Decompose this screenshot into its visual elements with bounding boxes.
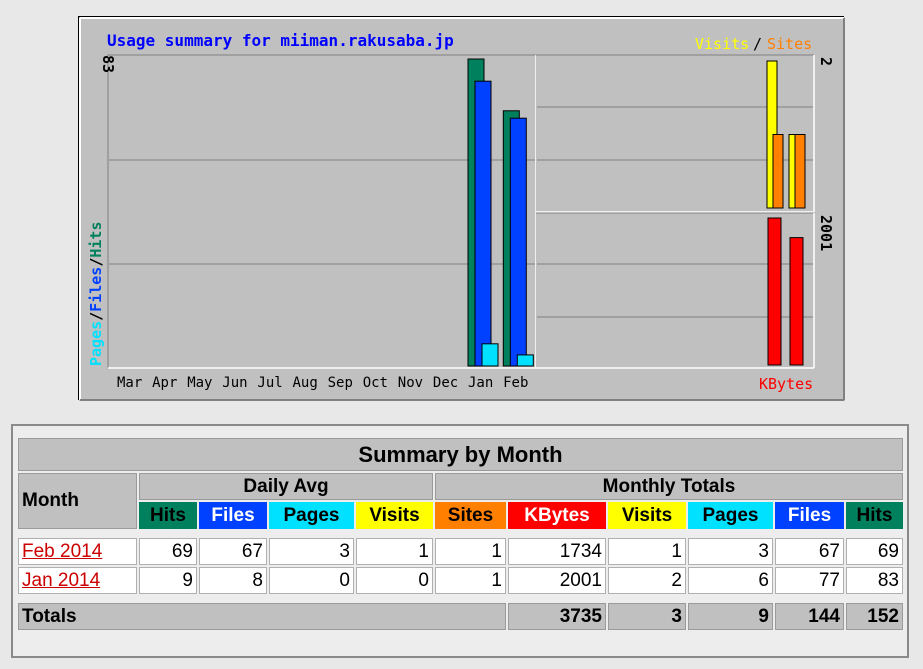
- total-hits: 152: [846, 603, 903, 630]
- cell-visits: 2: [608, 567, 686, 594]
- col-daily-hits: Hits: [139, 502, 197, 529]
- monthly-totals-header: Monthly Totals: [435, 473, 903, 500]
- right-bottom-plot: [536, 212, 815, 369]
- bar-files-feb: [509, 117, 527, 367]
- cell-daily-files: 67: [199, 538, 267, 565]
- cell-daily-pages: 0: [269, 567, 354, 594]
- total-pages: 9: [688, 603, 773, 630]
- cell-kbytes: 1734: [508, 538, 606, 565]
- month-label-sep: Sep: [328, 375, 353, 391]
- left-plot: [107, 54, 537, 369]
- col-daily-visits: Visits: [356, 502, 433, 529]
- totals-row: Totals 3735 3 9 144 152: [18, 603, 903, 630]
- month-label-jul: Jul: [257, 375, 282, 391]
- right-top-axis-max: 2: [817, 57, 835, 66]
- month-label-apr: Apr: [152, 375, 177, 391]
- right-bottom-axis-max: 2001: [817, 215, 835, 251]
- month-link-feb-2014[interactable]: Feb 2014: [22, 541, 102, 562]
- month-label-nov: Nov: [398, 375, 423, 391]
- cell-hits: 69: [846, 538, 903, 565]
- bar-sites-feb: [794, 134, 806, 209]
- cell-sites: 1: [435, 538, 506, 565]
- col-total-files: Files: [775, 502, 844, 529]
- axis-pages: Pages: [87, 321, 105, 366]
- cell-hits: 83: [846, 567, 903, 594]
- bar-kbytes-jan: [767, 217, 782, 366]
- usage-graph: Usage summary for miiman.rakusaba.jp Vis…: [78, 16, 845, 401]
- table-row: Feb 2014 69 67 3 1 1 1734 1 3 67 69: [18, 538, 903, 565]
- month-label-aug: Aug: [293, 375, 318, 391]
- cell-daily-pages: 3: [269, 538, 354, 565]
- table-row: Jan 2014 9 8 0 0 1 2001 2 6 77 83: [18, 567, 903, 594]
- axis-hits: Hits: [87, 222, 105, 258]
- cell-files: 77: [775, 567, 844, 594]
- month-label-mar: Mar: [117, 375, 142, 391]
- col-total-visits: Visits: [608, 502, 686, 529]
- cell-pages: 6: [688, 567, 773, 594]
- col-daily-files: Files: [199, 502, 267, 529]
- kbytes-label: KBytes: [759, 375, 813, 393]
- total-files: 144: [775, 603, 844, 630]
- cell-daily-hits: 9: [139, 567, 197, 594]
- col-total-hits: Hits: [846, 502, 903, 529]
- axis-separator: /: [87, 258, 105, 267]
- cell-daily-files: 8: [199, 567, 267, 594]
- table-title: Summary by Month: [18, 438, 903, 471]
- cell-pages: 3: [688, 538, 773, 565]
- bar-pages-feb: [516, 354, 534, 367]
- bar-kbytes-feb: [789, 237, 804, 366]
- legend-visits: Visits: [695, 35, 749, 53]
- cell-kbytes: 2001: [508, 567, 606, 594]
- bar-pages-jan: [481, 343, 499, 367]
- bar-sites-jan: [772, 134, 784, 209]
- summary-table: Summary by Month Month Daily Avg Monthly…: [16, 436, 905, 632]
- month-label-may: May: [187, 375, 212, 391]
- legend-sites: Sites: [767, 35, 812, 53]
- cell-daily-visits: 0: [356, 567, 433, 594]
- month-label-dec: Dec: [433, 375, 458, 391]
- axis-files: Files: [87, 267, 105, 312]
- col-total-sites: Sites: [435, 502, 506, 529]
- total-kbytes: 3735: [508, 603, 606, 630]
- month-label-oct: Oct: [363, 375, 388, 391]
- month-label-jun: Jun: [222, 375, 247, 391]
- right-top-plot: [536, 54, 815, 213]
- col-total-kbytes: KBytes: [508, 502, 606, 529]
- daily-avg-header: Daily Avg: [139, 473, 433, 500]
- month-label-jan: Jan: [468, 375, 493, 391]
- legend-separator: /: [753, 35, 762, 53]
- cell-visits: 1: [608, 538, 686, 565]
- cell-sites: 1: [435, 567, 506, 594]
- left-axis-legend: Pages/Files/Hits: [87, 222, 105, 367]
- axis-separator: /: [87, 312, 105, 321]
- month-label-feb: Feb: [503, 375, 528, 391]
- bar-files-jan: [474, 80, 492, 367]
- col-total-pages: Pages: [688, 502, 773, 529]
- col-daily-pages: Pages: [269, 502, 354, 529]
- summary-by-month: Summary by Month Month Daily Avg Monthly…: [11, 424, 909, 658]
- total-visits: 3: [608, 603, 686, 630]
- month-link-jan-2014[interactable]: Jan 2014: [22, 570, 100, 591]
- cell-files: 67: [775, 538, 844, 565]
- month-header: Month: [18, 473, 137, 529]
- usage-graph-canvas: Usage summary for miiman.rakusaba.jp Vis…: [79, 17, 845, 401]
- cell-daily-hits: 69: [139, 538, 197, 565]
- graph-title: Usage summary for miiman.rakusaba.jp: [107, 31, 454, 50]
- left-axis-max: 83: [99, 55, 117, 73]
- totals-label: Totals: [18, 603, 506, 630]
- cell-daily-visits: 1: [356, 538, 433, 565]
